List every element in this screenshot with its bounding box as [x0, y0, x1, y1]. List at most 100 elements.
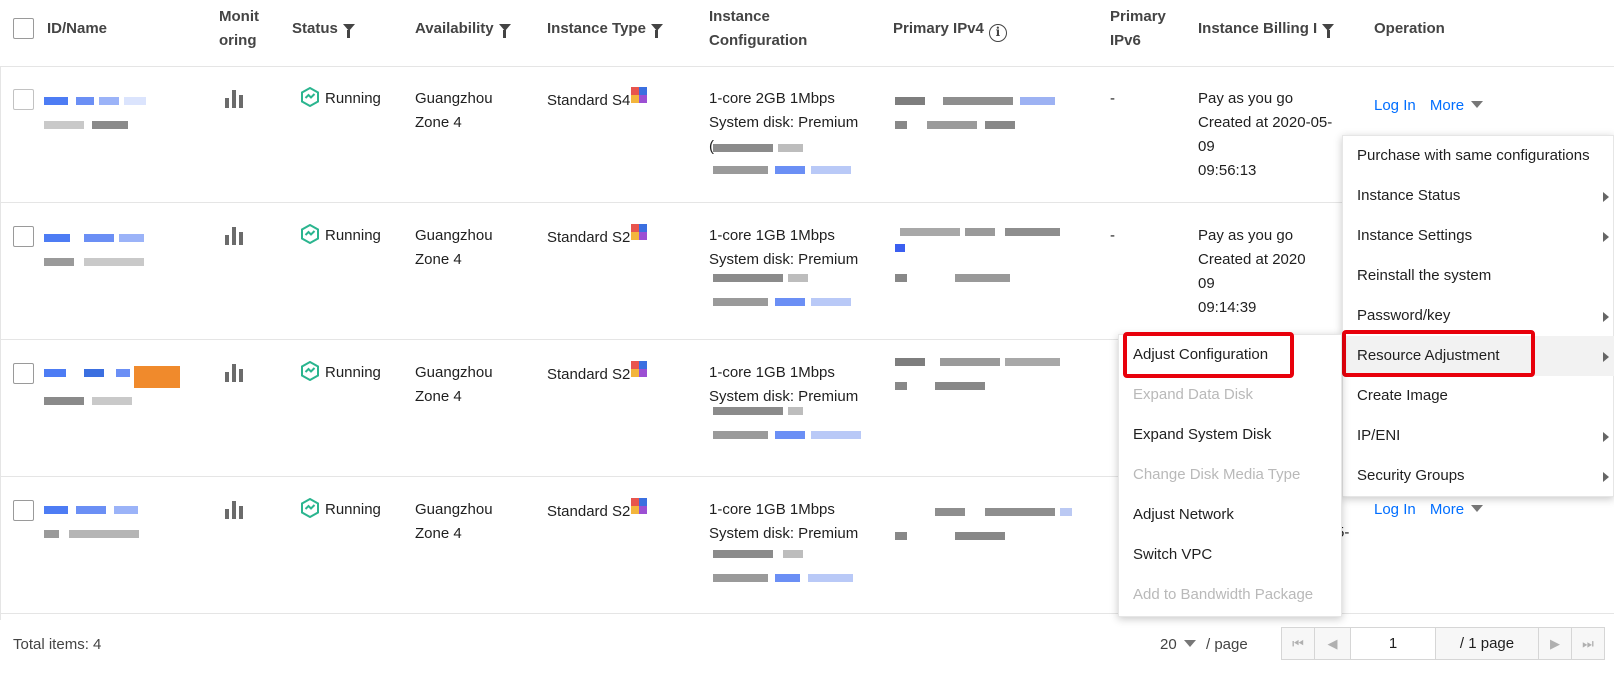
chevron-right-icon: [1603, 192, 1609, 202]
running-status-icon: [301, 498, 319, 518]
availability-zone: Guangzhou Zone 4: [415, 364, 493, 405]
menu-item-reinstall[interactable]: Reinstall the system: [1343, 256, 1614, 296]
table-row: Running Guangzhou Zone 4 Standard S2 1-co…: [0, 478, 1614, 614]
first-page-button[interactable]: ⏮: [1281, 627, 1315, 660]
page-number-input[interactable]: 1: [1350, 627, 1436, 660]
instance-type-badge-icon: [631, 361, 648, 377]
row-operations: Log In More: [1374, 94, 1484, 118]
status-running: Running: [300, 87, 381, 111]
row-checkbox[interactable]: [13, 226, 34, 247]
page-size-select[interactable]: 20: [1160, 633, 1196, 657]
page-size-suffix: / page: [1206, 636, 1248, 653]
bar-chart-icon[interactable]: [225, 90, 245, 108]
status-running: Running: [300, 498, 381, 522]
chevron-right-icon: [1603, 312, 1609, 322]
billing-info: Pay as you go Created at 2020 09 09:14:39: [1198, 227, 1306, 316]
masked-instance-id[interactable]: [44, 97, 149, 137]
availability-zone: Guangzhou Zone 4: [415, 501, 493, 542]
info-icon[interactable]: i: [988, 24, 1007, 42]
menu-item-expand-data-disk[interactable]: Expand Data Disk: [1119, 375, 1343, 415]
filter-icon[interactable]: [1322, 24, 1335, 38]
col-instance-type[interactable]: Instance Type: [547, 17, 663, 41]
masked-instance-id[interactable]: [44, 234, 149, 274]
menu-item-add-bandwidth-package[interactable]: Add to Bandwidth Package: [1119, 575, 1343, 615]
chevron-down-icon: [1471, 505, 1484, 512]
filter-icon[interactable]: [342, 24, 355, 38]
menu-item-switch-vpc[interactable]: Switch VPC: [1119, 535, 1343, 575]
instance-config: 1-core 1GB 1Mbps System disk: Premium: [709, 501, 859, 542]
row-operations: Log In More: [1374, 498, 1484, 522]
menu-item-purchase-same[interactable]: Purchase with same configurations: [1343, 136, 1614, 176]
chevron-right-icon: [1603, 232, 1609, 242]
menu-item-security-groups[interactable]: Security Groups: [1343, 456, 1614, 496]
availability-zone: Guangzhou Zone 4: [415, 227, 493, 268]
col-primary-ipv6: Primary IPv6: [1110, 8, 1166, 49]
next-page-button[interactable]: ▶: [1538, 627, 1572, 660]
instance-type: Standard S2: [547, 224, 648, 250]
col-primary-ipv4: Primary IPv4 i: [893, 17, 1007, 42]
col-billing[interactable]: Instance Billing I: [1198, 17, 1335, 41]
chevron-right-icon: [1603, 352, 1609, 362]
masked-disk-info: [713, 274, 863, 314]
page-total: / 1 page: [1435, 627, 1539, 660]
menu-item-adjust-network[interactable]: Adjust Network: [1119, 495, 1343, 535]
col-availability[interactable]: Availability: [415, 17, 511, 41]
menu-item-create-image[interactable]: Create Image: [1343, 376, 1614, 416]
availability-zone: Guangzhou Zone 4: [415, 90, 493, 131]
highlight-resource-adjustment: [1342, 330, 1535, 377]
ipv6-value: -: [1110, 227, 1115, 244]
masked-disk-info: [713, 550, 863, 590]
table-header: ID/Name Monit oring Status Availability I…: [0, 0, 1614, 67]
masked-instance-id[interactable]: [44, 506, 159, 546]
masked-disk-info: [713, 407, 863, 447]
chevron-down-icon: [1471, 101, 1484, 108]
more-actions-menu: Purchase with same configurations Instan…: [1342, 135, 1614, 497]
instance-config: 1-core 1GB 1Mbps System disk: Premium: [709, 227, 859, 268]
masked-instance-id[interactable]: [44, 366, 184, 413]
menu-item-expand-system-disk[interactable]: Expand System Disk: [1119, 415, 1343, 455]
bar-chart-icon[interactable]: [225, 364, 245, 382]
status-running: Running: [300, 361, 381, 385]
bar-chart-icon[interactable]: [225, 501, 245, 519]
last-page-button[interactable]: ⏭: [1571, 627, 1605, 660]
row-checkbox[interactable]: [13, 500, 34, 521]
masked-disk-info: [713, 144, 863, 180]
total-items: Total items: 4: [13, 636, 102, 653]
prev-page-button[interactable]: ◀: [1314, 627, 1351, 660]
col-status[interactable]: Status: [292, 17, 355, 41]
masked-ipv4: [895, 358, 1065, 398]
instance-type: Standard S4: [547, 87, 648, 113]
menu-item-change-disk-media[interactable]: Change Disk Media Type: [1119, 455, 1343, 495]
login-link[interactable]: Log In: [1374, 97, 1416, 114]
row-checkbox[interactable]: [13, 89, 34, 110]
row-checkbox[interactable]: [13, 363, 34, 384]
bar-chart-icon[interactable]: [225, 227, 245, 245]
instance-type-badge-icon: [631, 87, 648, 103]
ipv6-value: -: [1110, 90, 1115, 107]
running-status-icon: [301, 224, 319, 244]
menu-item-instance-status[interactable]: Instance Status: [1343, 176, 1614, 216]
filter-icon[interactable]: [498, 24, 511, 38]
chevron-down-icon: [1183, 640, 1196, 647]
masked-ipv4: [895, 97, 1065, 137]
masked-ipv4: [895, 228, 1065, 284]
col-instance-config: Instance Configuration: [709, 8, 808, 49]
more-dropdown[interactable]: More: [1430, 97, 1484, 114]
menu-item-ip-eni[interactable]: IP/ENI: [1343, 416, 1614, 456]
col-id-name[interactable]: ID/Name: [47, 17, 107, 41]
running-status-icon: [301, 361, 319, 381]
masked-ipv4: [895, 508, 1075, 548]
chevron-right-icon: [1603, 472, 1609, 482]
login-link[interactable]: Log In: [1374, 501, 1416, 518]
select-all-checkbox[interactable]: [13, 18, 34, 39]
highlight-adjust-configuration: [1123, 332, 1294, 378]
filter-icon[interactable]: [650, 24, 663, 38]
instance-type-badge-icon: [631, 224, 648, 240]
instance-type: Standard S2: [547, 361, 648, 387]
col-monitoring: Monit oring: [219, 8, 259, 49]
instance-type: Standard S2: [547, 498, 648, 524]
more-dropdown[interactable]: More: [1430, 501, 1484, 518]
menu-item-instance-settings[interactable]: Instance Settings: [1343, 216, 1614, 256]
running-status-icon: [301, 87, 319, 107]
status-running: Running: [300, 224, 381, 248]
